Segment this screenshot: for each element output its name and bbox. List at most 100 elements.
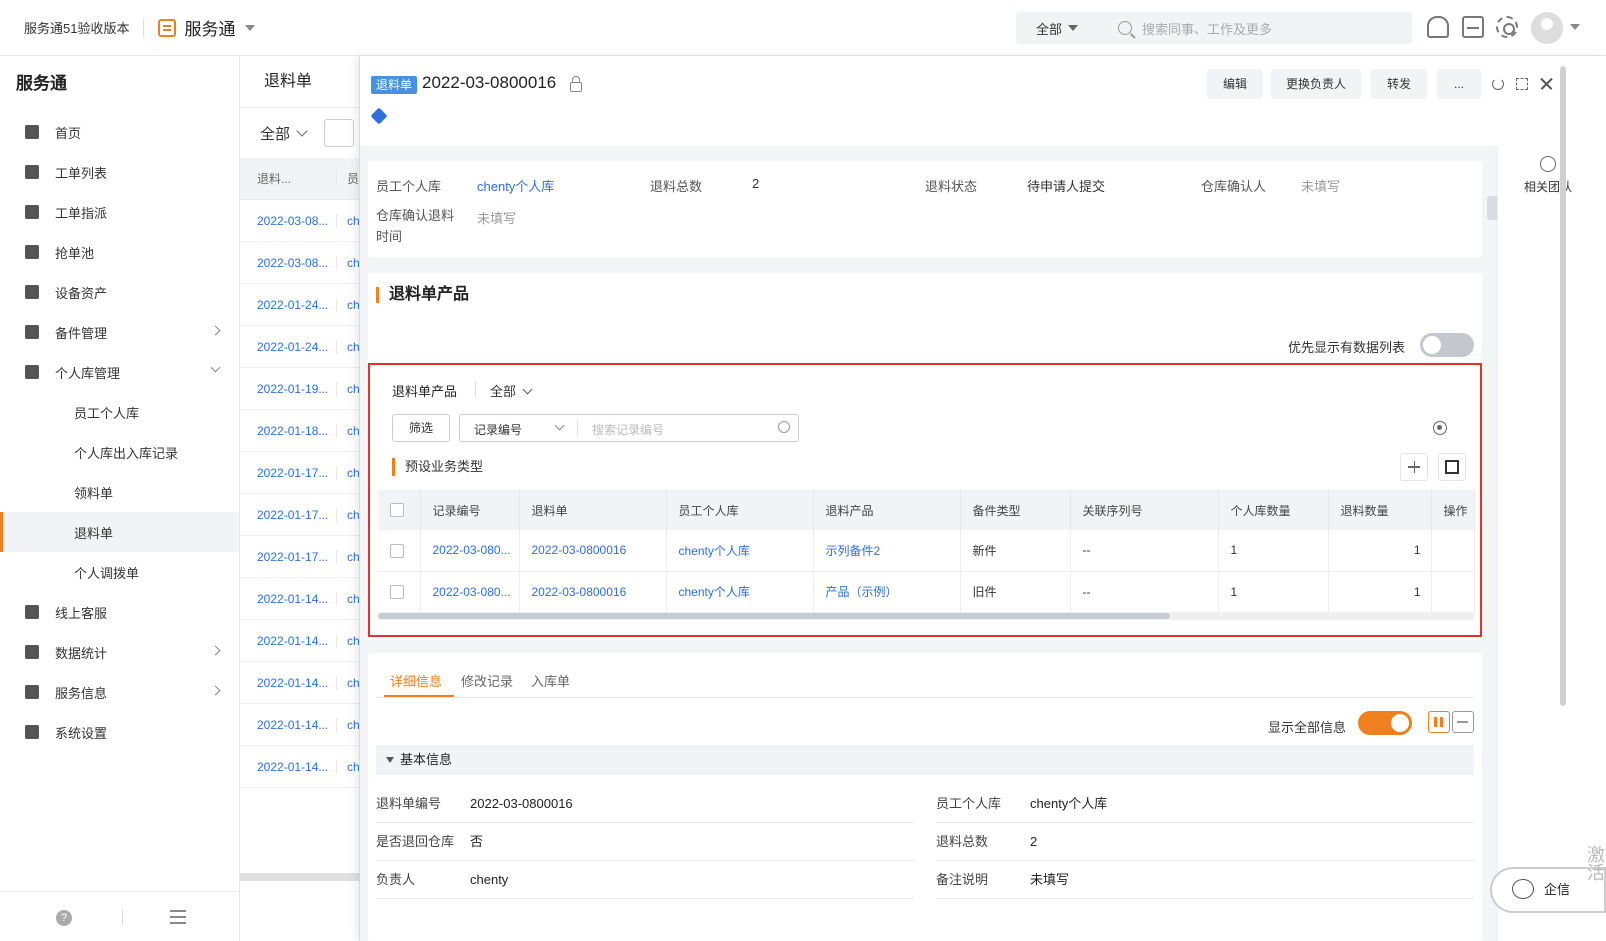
settings-gear-icon[interactable] <box>1496 16 1518 38</box>
summary-store-value[interactable]: chenty个人库 <box>477 176 554 195</box>
sidebar-item-grab-pool[interactable]: 抢单池 <box>0 232 239 272</box>
subtab-filter[interactable]: 全部 <box>490 381 533 400</box>
sidebar-subitem-return-order[interactable]: 退料单 <box>0 512 239 552</box>
filter-button[interactable] <box>324 119 355 147</box>
fullscreen-button[interactable] <box>1438 453 1466 481</box>
change-owner-button[interactable]: 更换负责人 <box>1271 69 1361 99</box>
list-item[interactable]: 2022-01-14... ch <box>240 704 360 746</box>
list-item-date[interactable]: 2022-01-14... <box>257 760 328 774</box>
sidebar-subitem-requisition[interactable]: 领料单 <box>0 472 239 512</box>
list-filter-value[interactable]: 全部 <box>260 123 290 144</box>
list-item[interactable]: 2022-01-19... ch <box>240 368 360 410</box>
basic-info-group[interactable]: 基本信息 <box>376 745 1474 775</box>
avatar-chevron-down-icon[interactable] <box>1570 24 1580 30</box>
add-button[interactable] <box>1400 453 1428 481</box>
list-item-col2[interactable]: ch <box>336 549 360 564</box>
list-item-date[interactable]: 2022-01-19... <box>257 382 328 396</box>
list-item-date[interactable]: 2022-01-14... <box>257 718 328 732</box>
refresh-icon[interactable] <box>1492 78 1504 90</box>
product-link[interactable]: 产品（示例） <box>813 571 961 613</box>
collapse-rail-handle[interactable] <box>1487 196 1497 220</box>
notification-bell-icon[interactable] <box>1427 16 1449 38</box>
list-item[interactable]: 2022-01-14... ch <box>240 746 360 788</box>
chevron-down-icon[interactable] <box>296 125 308 137</box>
list-item-col2[interactable]: ch <box>336 507 360 522</box>
list-item-col2[interactable]: ch <box>336 255 360 270</box>
search-field-select[interactable]: 记录编号 <box>474 421 522 438</box>
column-header[interactable]: 退料产品 <box>813 490 961 530</box>
column-header[interactable]: 关联序列号 <box>1070 490 1219 530</box>
record-link[interactable]: 2022-03-080... <box>420 571 520 613</box>
list-item[interactable]: 2022-01-17... ch <box>240 536 360 578</box>
table-row[interactable]: 2022-03-080... 2022-03-0800016 chenty个人库… <box>378 530 1475 572</box>
table-row[interactable]: 2022-03-080... 2022-03-0800016 chenty个人库… <box>378 571 1475 613</box>
store-link[interactable]: chenty个人库 <box>477 179 554 194</box>
sidebar-subitem-store-records[interactable]: 个人库出入库记录 <box>0 432 239 472</box>
list-item-col2[interactable]: ch <box>336 633 360 648</box>
column-header[interactable]: 退料单 <box>519 490 667 530</box>
prefer-data-toggle[interactable] <box>1420 333 1474 357</box>
chevron-down-icon[interactable] <box>1068 25 1079 31</box>
store-link[interactable]: chenty个人库 <box>1030 785 1107 823</box>
more-button[interactable]: ... <box>1437 69 1481 99</box>
filter-button[interactable]: 筛选 <box>392 414 450 442</box>
column-header[interactable]: 备件类型 <box>960 490 1071 530</box>
list-item-col2[interactable]: ch <box>336 759 360 774</box>
show-all-toggle[interactable] <box>1358 711 1412 735</box>
list-item[interactable]: 2022-01-17... ch <box>240 452 360 494</box>
order-link[interactable]: 2022-03-0800016 <box>519 530 667 572</box>
list-item-date[interactable]: 2022-01-18... <box>257 424 328 438</box>
row-select-cell[interactable] <box>378 571 421 613</box>
row-checkbox[interactable] <box>390 584 404 599</box>
sidebar-item-service-info[interactable]: 服务信息 <box>0 672 239 712</box>
list-item[interactable]: 2022-03-08... ch <box>240 242 360 284</box>
forward-button[interactable]: 转发 <box>1371 69 1427 99</box>
list-item-date[interactable]: 2022-03-08... <box>257 214 328 228</box>
subtab-filter-value[interactable]: 全部 <box>490 384 516 399</box>
column-settings-icon[interactable] <box>1433 421 1447 435</box>
app-switcher[interactable]: 服务通 <box>184 15 235 40</box>
chevron-down-icon[interactable] <box>245 24 256 31</box>
sidebar-item-home[interactable]: 首页 <box>0 112 239 152</box>
edit-button[interactable]: 编辑 <box>1207 69 1263 99</box>
list-item-date[interactable]: 2022-01-24... <box>257 298 328 312</box>
sidebar-item-online-service[interactable]: 线上客服 <box>0 592 239 632</box>
global-search[interactable]: 全部 搜索同事、工作及更多 <box>1016 12 1412 44</box>
tag-icon[interactable] <box>370 107 388 125</box>
select-all-cell[interactable] <box>378 490 421 530</box>
sidebar-item-device-assets[interactable]: 设备资产 <box>0 272 239 312</box>
sidebar-item-ticket-list[interactable]: 工单列表 <box>0 152 239 192</box>
list-item-date[interactable]: 2022-01-24... <box>257 340 328 354</box>
list-item-col2[interactable]: ch <box>336 591 360 606</box>
list-item-date[interactable]: 2022-03-08... <box>257 256 328 270</box>
select-all-checkbox[interactable] <box>390 503 404 518</box>
list-item[interactable]: 2022-01-14... ch <box>240 620 360 662</box>
chevron-down-icon[interactable] <box>554 420 565 431</box>
sidebar-item-statistics[interactable]: 数据统计 <box>0 632 239 672</box>
list-item[interactable]: 2022-01-17... ch <box>240 494 360 536</box>
list-item[interactable]: 2022-01-14... ch <box>240 578 360 620</box>
list-item-col2[interactable]: ch <box>336 297 360 312</box>
store-link[interactable]: chenty个人库 <box>666 571 814 613</box>
store-link[interactable]: chenty个人库 <box>666 530 814 572</box>
scrollbar-thumb[interactable] <box>378 613 1170 619</box>
list-item[interactable]: 2022-01-18... ch <box>240 410 360 452</box>
list-item-col2[interactable]: ch <box>336 675 360 690</box>
column-header[interactable]: 员工个人库 <box>666 490 814 530</box>
list-item-col2[interactable]: ch <box>336 339 360 354</box>
help-icon[interactable]: ? <box>56 910 72 926</box>
list-item-date[interactable]: 2022-01-17... <box>257 508 328 522</box>
list-item-date[interactable]: 2022-01-17... <box>257 550 328 564</box>
collapse-menu-icon[interactable] <box>170 910 186 924</box>
two-column-view-button[interactable] <box>1428 711 1450 733</box>
search-input[interactable]: 搜索同事、工作及更多 <box>1142 19 1272 38</box>
record-link[interactable]: 2022-03-080... <box>420 530 520 572</box>
sidebar-item-parts[interactable]: 备件管理 <box>0 312 239 352</box>
sidebar-subitem-employee-store[interactable]: 员工个人库 <box>0 392 239 432</box>
record-search-input[interactable]: 搜索记录编号 <box>592 421 664 438</box>
expand-icon[interactable] <box>1516 78 1528 90</box>
subtab-products[interactable]: 退料单产品 <box>392 381 457 400</box>
horizontal-scrollbar[interactable] <box>240 873 360 881</box>
vertical-scrollbar[interactable] <box>1560 66 1566 706</box>
list-item-date[interactable]: 2022-01-14... <box>257 676 328 690</box>
